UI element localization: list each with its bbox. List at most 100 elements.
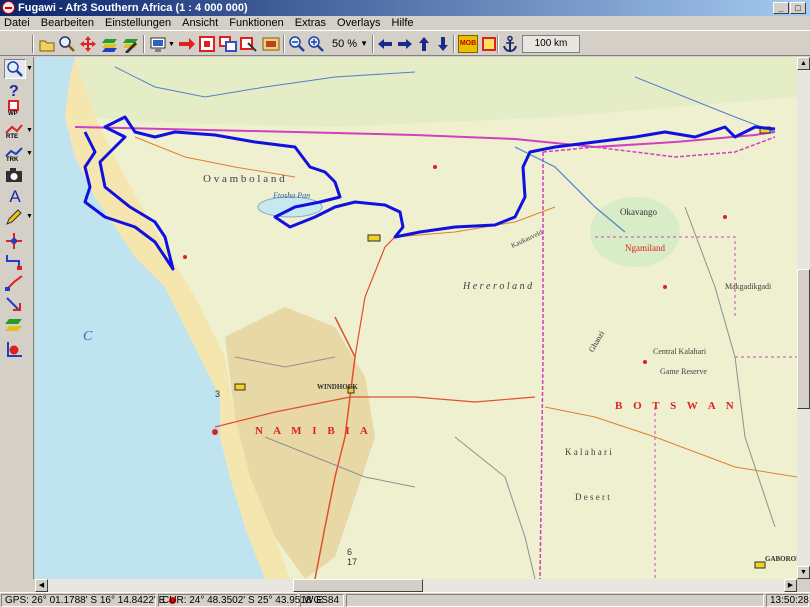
ocean-label: C	[83, 329, 93, 344]
toolbar-separator	[497, 35, 499, 53]
toolbar-separator	[283, 35, 285, 53]
stop-icon[interactable]	[480, 35, 498, 53]
clock-panel: 13:50:28	[766, 594, 809, 607]
toolbar-separator	[143, 35, 145, 53]
menu-einstellungen[interactable]: Einstellungen	[101, 16, 175, 30]
waypoint-label[interactable]: 3	[215, 389, 220, 399]
gps-position-icon[interactable]	[4, 341, 26, 361]
menu-overlays[interactable]: Overlays	[333, 16, 384, 30]
scroll-right-icon[interactable]: ▶	[784, 579, 797, 592]
layers-tool-icon[interactable]	[4, 316, 26, 336]
track-split-icon[interactable]	[4, 253, 26, 273]
region-label-desert: D e s e r t	[575, 492, 610, 502]
zoom-level-value: 50 %	[332, 38, 358, 50]
zoom-out-icon[interactable]	[288, 35, 306, 53]
cursor-position-panel: CUR: 24° 48.3502' S 25° 43.9518' E	[158, 594, 323, 607]
chevron-down-icon[interactable]: ▼	[26, 65, 33, 72]
waypoint-label[interactable]: 17	[347, 557, 357, 567]
zoom-level-select[interactable]: 50 % ▼	[326, 35, 370, 53]
road	[454, 436, 536, 579]
menu-datei[interactable]: Datei	[0, 16, 34, 30]
road	[354, 236, 396, 358]
route-icon[interactable]	[178, 35, 196, 53]
question-icon[interactable]: ?	[4, 81, 26, 101]
arrow-diagonal-icon[interactable]	[4, 295, 26, 315]
open-folder-icon[interactable]	[38, 35, 56, 53]
country-label-namibia: N A M I B I A	[255, 425, 372, 437]
track-tool-icon[interactable]: TRK	[4, 146, 26, 166]
scroll-up-icon[interactable]: ▲	[797, 57, 810, 70]
photo-icon[interactable]	[262, 35, 280, 53]
fugawi-window: Fugawi - Afr3 Southern Africa (1 : 4 000…	[0, 0, 810, 607]
scroll-down-icon[interactable]: ▼	[797, 566, 810, 579]
chevron-down-icon[interactable]: ▼	[26, 213, 33, 220]
city-label-gaborone: GABORONE	[765, 555, 797, 563]
route-tool-icon[interactable]: RTE	[4, 123, 26, 143]
menu-extras[interactable]: Extras	[291, 16, 330, 30]
arrow-down-icon[interactable]	[434, 35, 452, 53]
fugawi-logo-icon	[2, 1, 15, 14]
left-tool-palette: ▼ ? WP RTE ▼ TRK ▼ A ▼	[0, 57, 34, 579]
toolbar-separator	[453, 35, 455, 53]
angola-area	[75, 57, 797, 127]
print-screen-icon[interactable]	[149, 35, 167, 53]
region-label-central-kalahari: Central Kalahari	[653, 347, 707, 356]
track-label: TRK	[6, 157, 19, 163]
copy-icon[interactable]	[219, 35, 237, 53]
text-tool-icon[interactable]: A	[4, 187, 26, 207]
chevron-down-icon[interactable]: ▼	[26, 127, 33, 134]
city-marker	[643, 360, 647, 364]
export-icon[interactable]	[240, 35, 258, 53]
toolbar-separator	[32, 35, 34, 53]
svg-text:?: ?	[9, 83, 19, 99]
menu-bar: Datei Bearbeiten Einstellungen Ansicht F…	[0, 16, 810, 30]
horizontal-scrollbar[interactable]: ◀ ▶	[35, 579, 797, 592]
clock-text: 13:50:28	[770, 595, 809, 606]
maximize-button[interactable]: □	[790, 2, 806, 14]
caprivi-border	[542, 136, 776, 158]
chevron-down-icon[interactable]: ▼	[168, 41, 175, 48]
arrow-up-icon[interactable]	[415, 35, 433, 53]
route-edit-icon[interactable]	[4, 274, 26, 294]
layers-edit-icon[interactable]	[122, 35, 140, 54]
minimize-button[interactable]: _	[773, 2, 789, 14]
layers-icon[interactable]	[101, 35, 119, 53]
map-view[interactable]: O v a m b o l a n d H e r e r o l a n d …	[35, 57, 797, 579]
anchor-icon[interactable]	[501, 35, 519, 53]
region-label-ovamboland: O v a m b o l a n d	[203, 173, 285, 185]
zoom-in-icon[interactable]	[307, 35, 325, 53]
datum-panel: WGS84	[300, 594, 344, 607]
mob-icon[interactable]: MOB	[458, 35, 478, 53]
map-canvas[interactable]	[35, 57, 797, 579]
waypoint-label[interactable]: 6	[347, 547, 352, 557]
pen-icon[interactable]	[4, 208, 26, 228]
menu-bearbeiten[interactable]: Bearbeiten	[37, 16, 98, 30]
gps-position-panel: GPS: 26° 01.1788' S 16° 14.8422' E	[1, 594, 177, 607]
chevron-down-icon: ▼	[360, 39, 368, 48]
region-label-okavango: Okavango	[620, 207, 657, 217]
menu-ansicht[interactable]: Ansicht	[178, 16, 222, 30]
cursor-position-text: CUR: 24° 48.3502' S 25° 43.9518' E	[162, 595, 323, 606]
city-marker	[212, 429, 218, 435]
gps-position-text: GPS: 26° 01.1788' S 16° 14.8422' E	[5, 595, 166, 606]
scroll-left-icon[interactable]: ◀	[35, 579, 48, 592]
etosha-pan	[257, 196, 323, 218]
arrow-left-icon[interactable]	[376, 35, 394, 53]
vertical-scrollbar[interactable]: ▲ ▼	[797, 57, 810, 579]
camera-icon[interactable]	[4, 166, 26, 186]
move-point-icon[interactable]	[4, 232, 26, 252]
zoom-tool-icon[interactable]	[4, 59, 26, 79]
chevron-down-icon[interactable]: ▼	[26, 150, 33, 157]
menu-funktionen[interactable]: Funktionen	[225, 16, 287, 30]
menu-hilfe[interactable]: Hilfe	[388, 16, 418, 30]
window-title: Fugawi - Afr3 Southern Africa (1 : 4 000…	[18, 2, 248, 14]
waypoint-tool-icon[interactable]: WP	[4, 100, 26, 120]
region-label-makgadikgadi: Makgadikgadi	[725, 282, 772, 291]
vertical-scroll-thumb[interactable]	[797, 269, 810, 409]
arrow-right-icon[interactable]	[396, 35, 414, 53]
city-marker	[663, 285, 667, 289]
horizontal-scroll-thumb[interactable]	[293, 579, 423, 592]
find-icon[interactable]	[58, 35, 76, 53]
move-icon[interactable]	[79, 35, 97, 53]
select-icon[interactable]	[198, 35, 216, 53]
